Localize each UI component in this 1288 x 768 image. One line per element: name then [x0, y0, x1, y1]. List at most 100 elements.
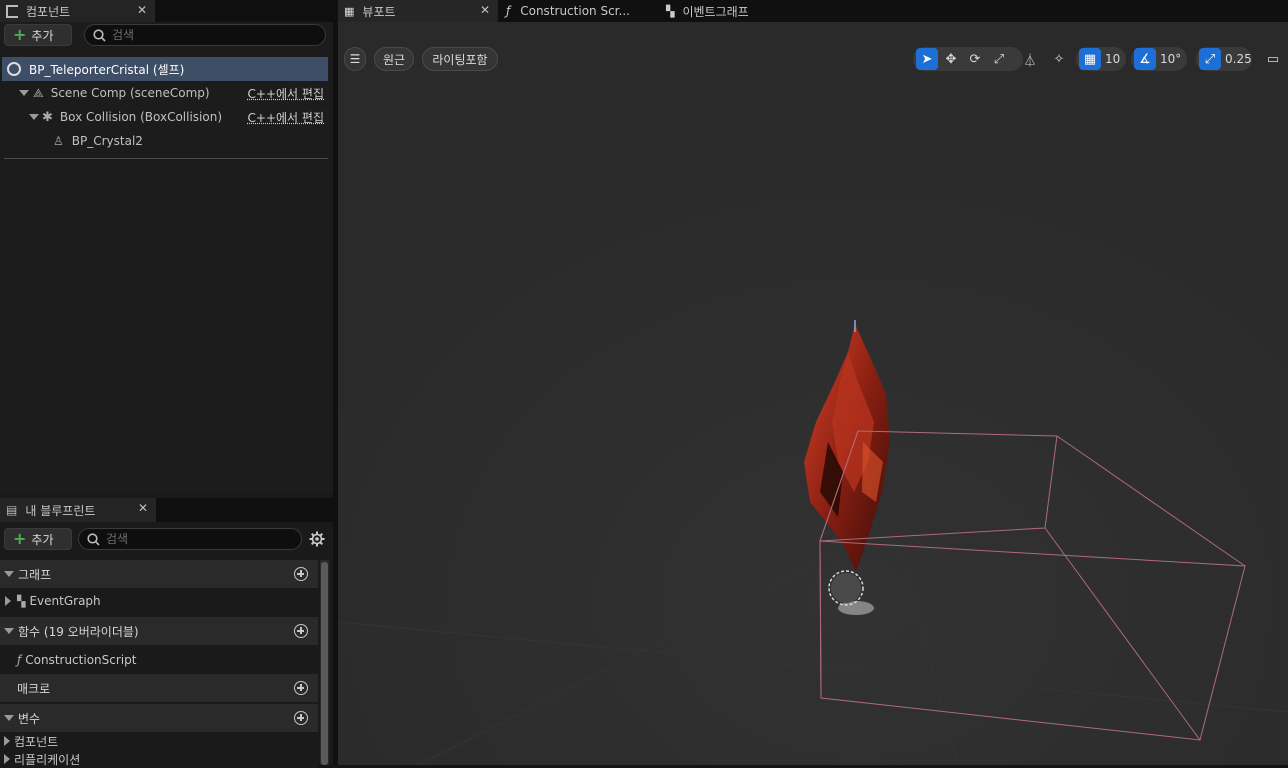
component-icon [6, 4, 18, 18]
event-graph-icon: ▚ [666, 4, 675, 18]
components-tabbar: 컴포넌트 ✕ [0, 0, 333, 22]
book-icon: ▤ [6, 503, 18, 517]
viewport-menu-button[interactable]: ☰ [344, 47, 366, 71]
list-item-construction-script[interactable]: ƒ ConstructionScript [0, 647, 318, 673]
add-component-button[interactable]: + 추가 [4, 24, 72, 46]
section-variables[interactable]: 변수 [0, 704, 318, 732]
expand-arrow-icon[interactable] [29, 114, 39, 120]
expand-arrow-icon[interactable] [4, 754, 10, 764]
blueprint-search[interactable] [78, 528, 302, 550]
search-icon [93, 28, 106, 42]
scale-snap-button[interactable]: ⤢ [1199, 48, 1221, 70]
section-variables-label: 변수 [18, 711, 41, 726]
add-blueprint-button[interactable]: + 추가 [4, 528, 72, 550]
cursor-icon: ➤ [921, 51, 933, 67]
coordinate-system-button[interactable]: ⏃ [1019, 48, 1041, 70]
tree-scene-comp-label: Scene Comp (sceneComp) [50, 86, 210, 100]
components-search[interactable] [84, 24, 326, 46]
left-panel: 컴포넌트 ✕ + 추가 BP_TeleporterCristal (셀프) ⟁ … [0, 0, 333, 768]
surface-snap-icon: ✧ [1053, 51, 1065, 67]
construction-script-label: ConstructionScript [25, 653, 137, 667]
scale-tool-button[interactable]: ⤢ [988, 48, 1010, 70]
expand-arrow-icon[interactable] [19, 90, 29, 96]
function-icon: ƒ [17, 653, 22, 667]
actor-icon [7, 62, 21, 76]
child-actor-icon: ♙ [53, 134, 64, 148]
viewport[interactable]: ☰ 원근 라이팅포함 ➤ ✥ ⟳ ⤢ ⏃ ✧ ▦ 10 ∡ 10° ⤢ 0.25… [338, 22, 1288, 765]
translate-tool-button[interactable]: ✥ [940, 48, 962, 70]
close-icon[interactable]: ✕ [138, 501, 148, 515]
scene-component-icon: ⟁ [33, 85, 44, 100]
grid-snap-button[interactable]: ▦ [1079, 48, 1101, 70]
add-function-icon[interactable] [294, 624, 308, 638]
rotation-snap-value[interactable]: 10° [1160, 48, 1181, 70]
tab-my-blueprint-label: 내 블루프린트 [25, 503, 96, 518]
tab-construction-script[interactable]: ƒ Construction Scr... [506, 0, 656, 22]
grid-snap-value[interactable]: 10 [1105, 48, 1120, 70]
close-icon[interactable]: ✕ [137, 3, 147, 17]
surface-snap-button[interactable]: ✧ [1048, 48, 1070, 70]
list-item-replication-category[interactable]: 리플리케이션 [0, 750, 318, 768]
world-icon: ⏃ [1023, 53, 1037, 69]
close-icon[interactable]: ✕ [480, 3, 490, 17]
tree-root-row[interactable]: BP_TeleporterCristal (셀프) [2, 57, 328, 81]
hamburger-icon: ☰ [349, 52, 361, 66]
section-graphs-label: 그래프 [18, 567, 52, 582]
gear-icon[interactable] [309, 531, 325, 547]
collision-icon: ✱ [42, 109, 53, 125]
components-search-input[interactable] [112, 28, 298, 42]
tab-components[interactable]: 컴포넌트 ✕ [0, 0, 155, 22]
tree-row-crystal[interactable]: ♙ BP_Crystal2 [2, 129, 328, 153]
scrollbar-thumb[interactable] [321, 562, 328, 765]
perspective-label: 원근 [382, 52, 406, 67]
tab-viewport-label: 뷰포트 [362, 4, 396, 19]
divider [4, 158, 328, 159]
camera-speed-button[interactable]: ▭ [1262, 48, 1284, 70]
perspective-button[interactable]: 원근 [374, 47, 414, 71]
scrollbar-track[interactable] [320, 560, 329, 765]
tab-components-label: 컴포넌트 [26, 4, 71, 19]
tree-root-label: BP_TeleporterCristal (셀프) [29, 62, 185, 77]
section-functions[interactable]: 함수 (19 오버라이더블) [0, 617, 318, 645]
add-graph-icon[interactable] [294, 567, 308, 581]
section-graphs[interactable]: 그래프 [0, 560, 318, 588]
tree-row-scene-comp[interactable]: ⟁ Scene Comp (sceneComp) C++에서 편집 [2, 81, 328, 105]
event-graph-icon: ▚ [17, 594, 26, 608]
scale-icon: ⤢ [993, 51, 1005, 67]
add-macro-icon[interactable] [294, 681, 308, 695]
tab-construction-script-label: Construction Scr... [520, 4, 630, 18]
blueprint-search-input[interactable] [106, 532, 278, 546]
scale-snap-value[interactable]: 0.25 [1225, 48, 1252, 70]
tree-row-box-collision[interactable]: ✱ Box Collision (BoxCollision) C++에서 편집 [2, 105, 328, 129]
edit-in-cpp-link[interactable]: C++에서 편집 [248, 109, 324, 126]
expand-arrow-icon[interactable] [4, 715, 14, 721]
tab-event-graph[interactable]: ▚ 이벤트그래프 [666, 0, 796, 22]
select-tool-button[interactable]: ➤ [916, 48, 938, 70]
camera-icon: ▭ [1266, 51, 1280, 67]
lighting-mode-button[interactable]: 라이팅포함 [422, 47, 498, 71]
add-component-label: 추가 [31, 28, 54, 43]
blueprint-tabbar: ▤ 내 블루프린트 ✕ [0, 498, 333, 522]
add-variable-icon[interactable] [294, 711, 308, 725]
grid-icon: ▦ [1083, 51, 1097, 67]
rotate-tool-button[interactable]: ⟳ [964, 48, 986, 70]
plus-icon: + [13, 529, 27, 548]
components-category-label: 컴포넌트 [14, 734, 59, 749]
function-icon: ƒ [506, 4, 511, 18]
add-blueprint-label: 추가 [31, 532, 54, 547]
scale-snap-icon: ⤢ [1204, 51, 1216, 67]
lighting-mode-label: 라이팅포함 [432, 52, 488, 67]
tab-viewport[interactable]: ▦ 뷰포트 ✕ [338, 0, 498, 22]
expand-arrow-icon[interactable] [4, 571, 14, 577]
expand-arrow-icon[interactable] [5, 596, 11, 606]
tab-my-blueprint[interactable]: ▤ 내 블루프린트 ✕ [0, 498, 156, 522]
expand-arrow-icon[interactable] [4, 736, 10, 746]
rotation-snap-button[interactable]: ∡ [1134, 48, 1156, 70]
move-icon: ✥ [945, 51, 957, 67]
expand-arrow-icon[interactable] [4, 628, 14, 634]
section-macros[interactable]: 매크로 [0, 674, 318, 702]
edit-in-cpp-link[interactable]: C++에서 편집 [248, 85, 324, 102]
list-item-event-graph[interactable]: ▚ EventGraph [0, 588, 318, 614]
list-item-components-category[interactable]: 컴포넌트 [0, 732, 318, 750]
tab-event-graph-label: 이벤트그래프 [682, 4, 749, 19]
